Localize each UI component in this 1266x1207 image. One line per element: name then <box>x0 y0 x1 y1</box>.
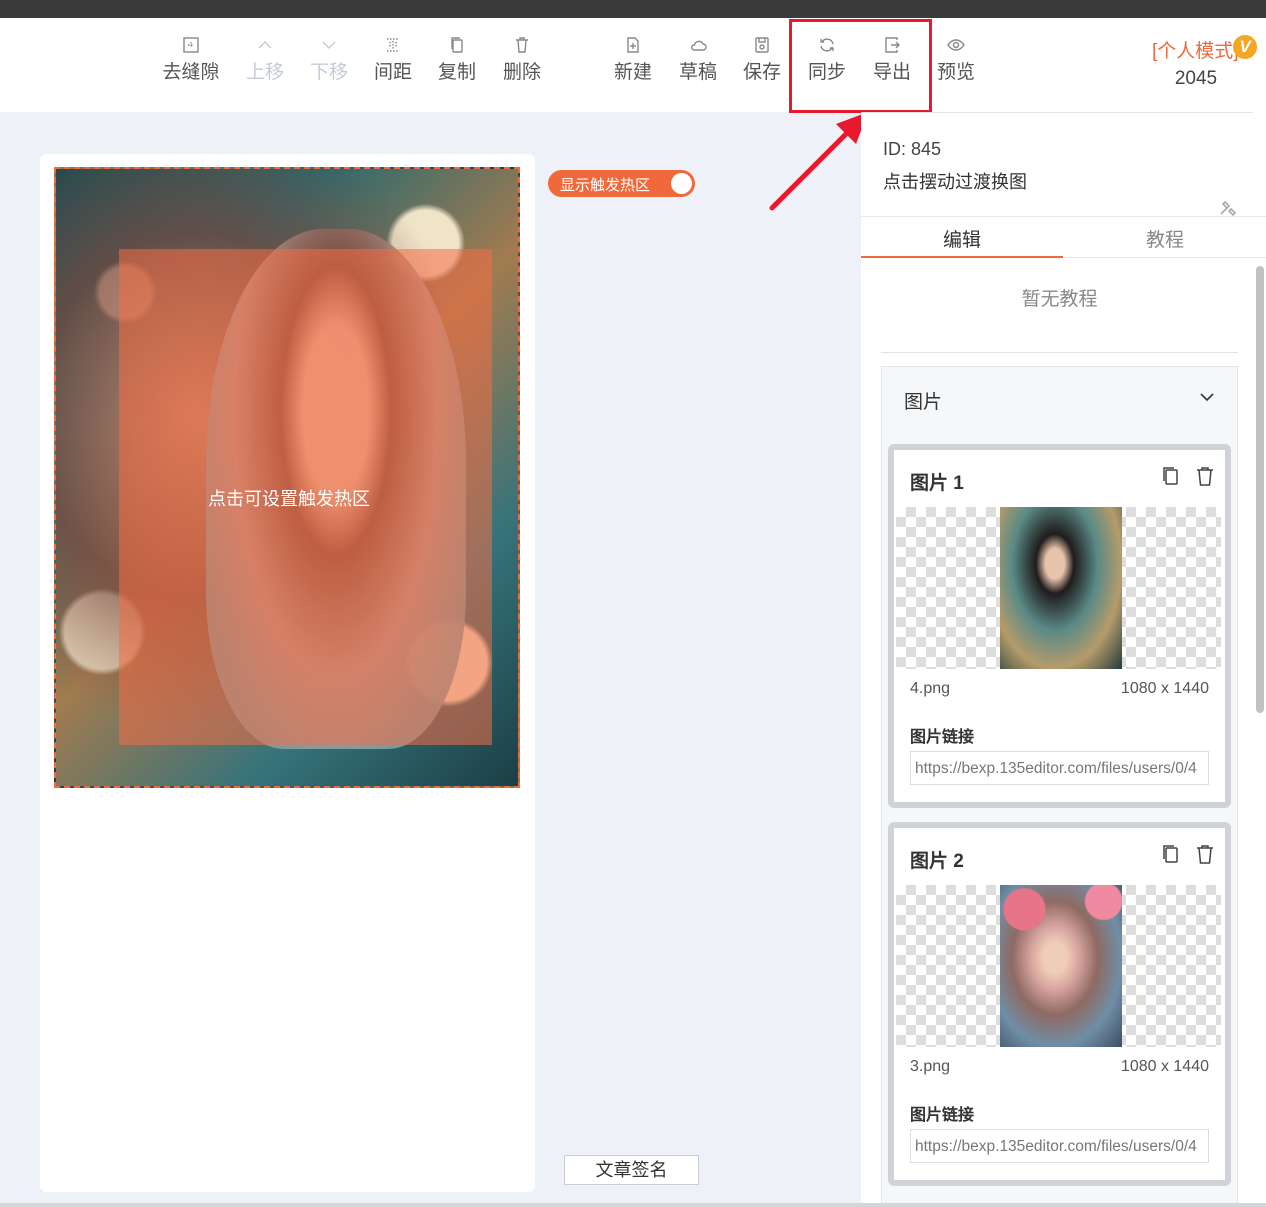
spacing-icon <box>361 36 425 62</box>
move-down-label: 下移 <box>309 62 348 83</box>
article-signature-button[interactable]: 文章签名 <box>564 1155 699 1185</box>
save-button[interactable]: 保存 <box>730 36 794 84</box>
move-up-label: 上移 <box>245 62 284 83</box>
delete-button[interactable]: 删除 <box>490 36 554 84</box>
tab-bottom-line <box>1063 257 1266 258</box>
hotzone-label: 点击可设置触发热区 <box>208 489 370 509</box>
preview-button[interactable]: 预览 <box>924 36 988 84</box>
spacing-label: 间距 <box>373 62 412 83</box>
credit-count: 2045 <box>1174 68 1218 89</box>
grid-icon <box>159 36 223 62</box>
copy-icon[interactable] <box>1160 465 1182 487</box>
panel-scrollbar[interactable] <box>1256 266 1264 713</box>
section-separator <box>881 352 1238 353</box>
remove-gap-button[interactable]: 去缝隙 <box>159 36 223 84</box>
spacing-button[interactable]: 间距 <box>361 36 425 84</box>
image-preview-2[interactable] <box>896 885 1221 1047</box>
image-card-1: 图片 1 4.png 1080 x 1440 图片链接 https://bexp… <box>888 444 1231 808</box>
remove-gap-label: 去缝隙 <box>162 62 220 83</box>
sync-export-highlight-box <box>789 19 932 113</box>
image-link-input[interactable]: https://bexp.135editor.com/files/users/0… <box>910 1129 1209 1163</box>
trash-icon <box>490 36 554 62</box>
eye-icon <box>924 36 988 62</box>
main-image[interactable]: 点击可设置触发热区 <box>54 167 520 788</box>
active-tab-indicator <box>861 256 1063 258</box>
copy-icon[interactable] <box>1160 843 1182 865</box>
mode-indicator[interactable]: [个人模式] <box>1152 36 1239 63</box>
toolbar: 去缝隙 上移 下移 间距 复制 删除 新建 草稿 保存 同步 导出 预览 <box>0 18 1266 112</box>
vip-badge-icon: V <box>1233 35 1257 59</box>
new-button[interactable]: 新建 <box>601 36 665 84</box>
window-top-bar <box>0 0 1266 18</box>
cloud-icon <box>666 36 730 62</box>
copy-icon <box>425 36 489 62</box>
image-card-title: 图片 2 <box>910 851 964 872</box>
show-hotzone-toggle[interactable]: 显示触发热区 <box>548 170 695 197</box>
panel-divider <box>861 112 1253 113</box>
preview-label: 预览 <box>936 62 975 83</box>
wrench-icon[interactable] <box>1219 200 1237 217</box>
image-link-label: 图片链接 <box>910 1107 975 1124</box>
template-name: 点击摆动过渡换图 <box>883 172 1027 192</box>
draft-label: 草稿 <box>678 62 717 83</box>
image-section-title[interactable]: 图片 <box>904 387 942 414</box>
template-id: ID: 845 <box>883 139 942 159</box>
image-dimensions: 1080 x 1440 <box>1120 1058 1209 1075</box>
tabs-divider <box>861 216 1266 217</box>
chevron-down-icon <box>297 36 361 62</box>
tab-tutorial[interactable]: 教程 <box>1146 225 1184 252</box>
tab-edit[interactable]: 编辑 <box>943 225 981 252</box>
copy-label: 复制 <box>437 62 476 83</box>
new-label: 新建 <box>613 62 652 83</box>
move-up-button[interactable]: 上移 <box>233 36 297 84</box>
thumbnail-image <box>1000 507 1122 669</box>
no-tutorial-text: 暂无教程 <box>1021 289 1098 310</box>
toggle-label: 显示触发热区 <box>560 177 651 194</box>
bottom-strip <box>0 1203 1266 1207</box>
image-dimensions: 1080 x 1440 <box>1120 680 1209 697</box>
delete-label: 删除 <box>502 62 541 83</box>
chevron-up-icon <box>233 36 297 62</box>
copy-button[interactable]: 复制 <box>425 36 489 84</box>
image-card-title: 图片 1 <box>910 473 964 494</box>
move-down-button[interactable]: 下移 <box>297 36 361 84</box>
image-link-label: 图片链接 <box>910 729 975 746</box>
image-file-name: 3.png <box>910 1058 951 1075</box>
save-label: 保存 <box>742 62 781 83</box>
thumbnail-image <box>1000 885 1122 1047</box>
new-file-icon <box>601 36 665 62</box>
save-icon <box>730 36 794 62</box>
draft-button[interactable]: 草稿 <box>666 36 730 84</box>
trash-icon[interactable] <box>1194 843 1216 865</box>
image-link-input[interactable]: https://bexp.135editor.com/files/users/0… <box>910 751 1209 785</box>
image-file-name: 4.png <box>910 680 951 697</box>
image-card-2: 图片 2 3.png 1080 x 1440 图片链接 https://bexp… <box>888 822 1231 1186</box>
chevron-down-icon[interactable] <box>1198 388 1216 406</box>
toggle-knob <box>671 173 692 194</box>
image-preview-1[interactable] <box>896 507 1221 669</box>
trash-icon[interactable] <box>1194 465 1216 487</box>
